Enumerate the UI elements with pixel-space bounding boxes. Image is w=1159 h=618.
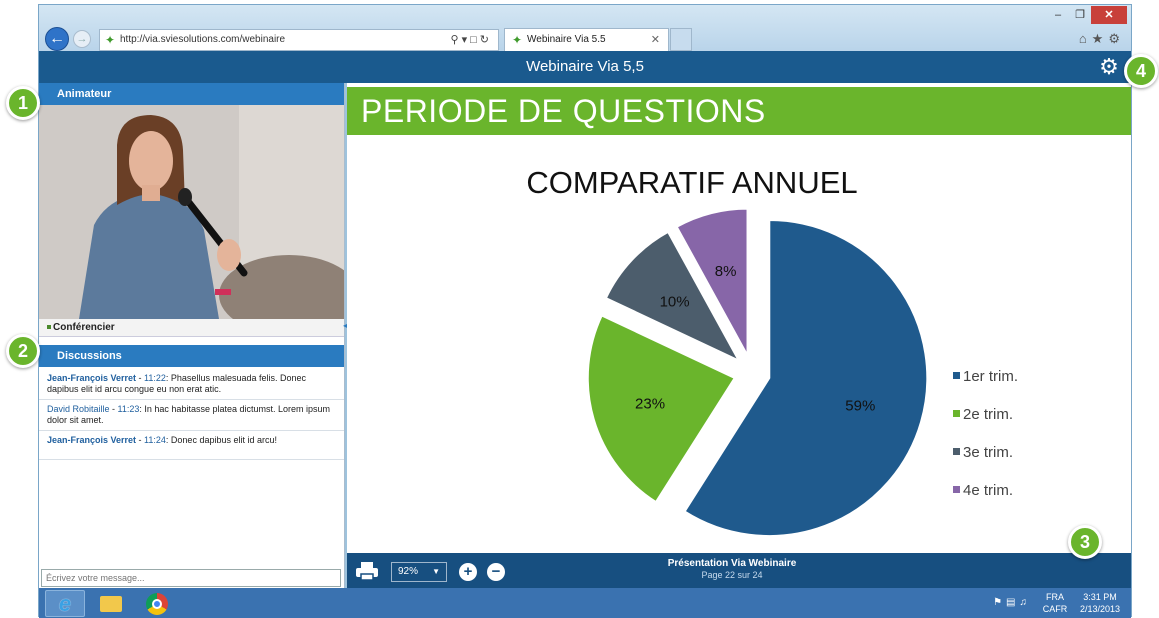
- chrome-icon[interactable]: [137, 590, 177, 617]
- callout-badge: 1: [6, 86, 40, 120]
- pie-data-label: 59%: [845, 397, 875, 414]
- legend-item: 4e trim.: [953, 483, 1018, 521]
- zoom-value: 92%: [398, 566, 419, 577]
- chart-legend: 1er trim. 2e trim. 3e trim. 4e trim.: [953, 369, 1018, 521]
- tab-favicon-icon: ✦: [512, 33, 523, 47]
- presentation-slide: PERIODE DE QUESTIONS COMPARATIF ANNUEL 5…: [347, 83, 1131, 553]
- legend-label: 1er trim.: [963, 368, 1019, 385]
- language-code: FRA: [1046, 592, 1064, 602]
- window-controls: – ❐ ✕: [1047, 5, 1127, 25]
- internet-explorer-icon[interactable]: e: [45, 590, 85, 617]
- windows-taskbar: e ⚑▤♫ FRA CAFR 3:31 PM 2/13/2013: [39, 588, 1131, 618]
- presenter-header[interactable]: Animateur: [39, 83, 344, 105]
- browser-window: – ❐ ✕ ← → ✦ http://via.sviesolutions.com/w…: [38, 4, 1132, 618]
- page-indicator: Page 22 sur 24: [701, 570, 763, 580]
- message-input[interactable]: [41, 569, 341, 587]
- presenter-photo: [39, 105, 344, 319]
- settings-gear-icon[interactable]: ⚙: [1097, 55, 1121, 79]
- legend-label: 3e trim.: [963, 444, 1014, 461]
- minimize-button[interactable]: –: [1047, 6, 1069, 24]
- forward-arrow-icon[interactable]: →: [73, 30, 91, 48]
- left-panel: Animateur Conférencier ◀ Discussions Jea…: [39, 83, 349, 588]
- close-window-button[interactable]: ✕: [1091, 6, 1127, 24]
- chevron-down-icon: ▼: [432, 567, 440, 576]
- message-list: Jean-François Verret - 11:22: Phasellus …: [39, 369, 344, 460]
- message-text: Donec dapibus elit id arcu!: [170, 435, 277, 445]
- presentation-toolbar: 92% ▼ + − Présentation Via Webinaire Pag…: [347, 553, 1131, 588]
- home-favorites-settings-icons[interactable]: ⌂★⚙: [1079, 31, 1125, 47]
- clock-date: 2/13/2013: [1079, 604, 1121, 614]
- message-time: 11:22: [144, 373, 166, 383]
- legend-label: 2e trim.: [963, 406, 1014, 423]
- pie-data-label: 8%: [715, 263, 737, 280]
- address-url: http://via.sviesolutions.com/webinaire: [120, 34, 286, 45]
- zoom-out-icon[interactable]: −: [487, 563, 505, 581]
- new-tab-button[interactable]: [670, 28, 692, 51]
- tray-icons[interactable]: ⚑▤♫: [993, 597, 1031, 608]
- legend-swatch: [953, 410, 960, 417]
- restore-button[interactable]: ❐: [1069, 6, 1091, 24]
- address-bar[interactable]: ✦ http://via.sviesolutions.com/webinaire…: [99, 29, 499, 51]
- clock-time: 3:31 PM: [1083, 592, 1117, 602]
- message-author: David Robitaille: [47, 404, 110, 414]
- legend-swatch: [953, 448, 960, 455]
- message-author: Jean-François Verret: [47, 435, 137, 445]
- file-explorer-icon[interactable]: [91, 590, 131, 617]
- search-refresh-icons[interactable]: ⚲▾□↻: [451, 30, 492, 50]
- browser-tab[interactable]: ✦ Webinaire Via 5.5 ✕: [504, 28, 669, 51]
- chat-message: David Robitaille - 11:23: In hac habitas…: [39, 400, 344, 431]
- app-title: Webinaire Via 5,5: [526, 58, 644, 75]
- callout-badge: 2: [6, 334, 40, 368]
- message-author: Jean-François Verret: [47, 373, 137, 383]
- site-favicon-icon: ✦: [105, 33, 116, 47]
- back-arrow-icon[interactable]: ←: [45, 27, 69, 51]
- presentation-title: Présentation Via Webinaire: [667, 558, 797, 569]
- browser-chrome: – ❐ ✕ ← → ✦ http://via.sviesolutions.com/w…: [39, 5, 1131, 51]
- presenter-video: [39, 105, 344, 319]
- app-header: Webinaire Via 5,5 ⚙: [39, 51, 1131, 83]
- legend-item: 2e trim.: [953, 407, 1018, 445]
- legend-item: 3e trim.: [953, 445, 1018, 483]
- tab-title: Webinaire Via 5.5: [527, 34, 606, 45]
- legend-item: 1er trim.: [953, 369, 1018, 407]
- legend-swatch: [953, 372, 960, 379]
- legend-label: 4e trim.: [963, 482, 1014, 499]
- callout-badge: 3: [1068, 525, 1102, 559]
- pie-chart: 59% 23% 10% 8%: [586, 207, 929, 537]
- message-time: 11:24: [144, 435, 166, 445]
- chat-message: Jean-François Verret - 11:24: Donec dapi…: [39, 431, 344, 460]
- callout-badge: 4: [1124, 54, 1158, 88]
- message-time: 11:23: [117, 404, 140, 414]
- chat-message: Jean-François Verret - 11:22: Phasellus …: [39, 369, 344, 400]
- presenter-label: Conférencier: [39, 319, 344, 337]
- tab-close-icon[interactable]: ✕: [651, 29, 660, 51]
- legend-swatch: [953, 486, 960, 493]
- language-indicator[interactable]: FRA CAFR: [1037, 591, 1073, 615]
- pie-data-label: 10%: [660, 293, 690, 310]
- keyboard-layout: CAFR: [1042, 604, 1068, 614]
- discussions-header[interactable]: Discussions: [39, 345, 344, 367]
- zoom-in-icon[interactable]: +: [459, 563, 477, 581]
- print-icon[interactable]: [355, 561, 379, 581]
- zoom-select[interactable]: 92% ▼: [391, 562, 447, 582]
- pie-data-label: 23%: [635, 396, 665, 413]
- system-clock[interactable]: 3:31 PM 2/13/2013: [1075, 591, 1125, 615]
